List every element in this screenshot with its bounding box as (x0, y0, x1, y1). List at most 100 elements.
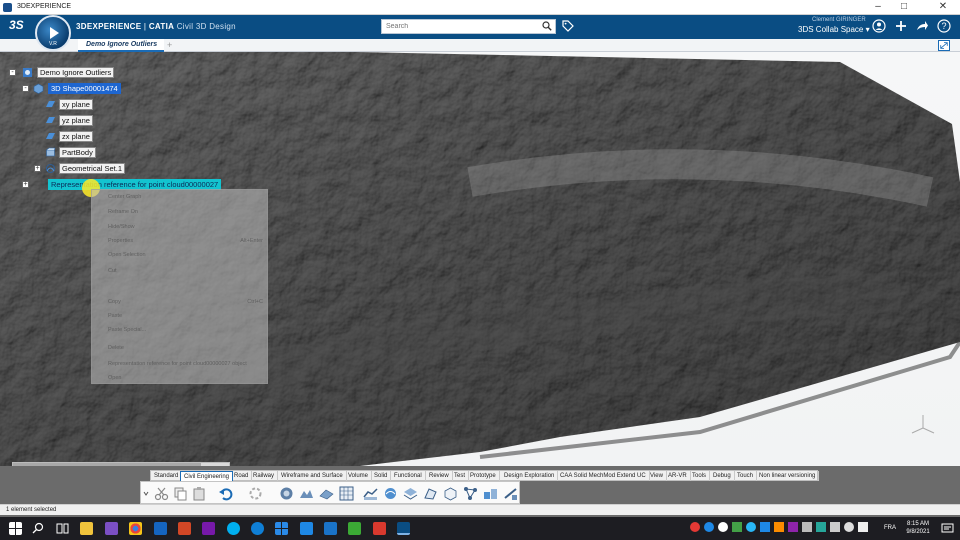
maximize-button[interactable]: □ (891, 1, 917, 14)
axis-triad-icon[interactable] (910, 412, 936, 438)
tree-node-part-body[interactable]: PartBody (59, 147, 96, 159)
measure-tool-icon[interactable] (503, 486, 518, 501)
menu-item-copy[interactable]: Copy (108, 299, 121, 305)
menu-item-reframe-on[interactable]: Reframe On (108, 209, 138, 215)
visual-studio-icon[interactable] (105, 522, 118, 535)
tree-node-xy-plane[interactable]: xy plane (59, 99, 93, 111)
tree-node-3d-shape[interactable]: 3D Shape00001474 (48, 83, 121, 95)
menu-item-properties[interactable]: Properties (108, 238, 133, 244)
network-tool-icon[interactable] (463, 486, 478, 501)
search-input[interactable] (382, 20, 532, 33)
ab-tab-tools[interactable]: Tools (689, 471, 711, 481)
grid-tool-icon[interactable] (339, 486, 354, 501)
road-tool-icon[interactable] (279, 486, 294, 501)
ab-tab-civil-engineering[interactable]: Civil Engineering (180, 471, 234, 481)
3dexperience-taskbar-icon[interactable] (397, 522, 410, 535)
tree-node-root[interactable]: Demo Ignore Outliers (37, 67, 115, 79)
store-app-icon[interactable] (300, 522, 313, 535)
onenote-icon[interactable] (202, 522, 215, 535)
tray-usb-icon[interactable] (830, 522, 840, 532)
cut-fill-tool-icon[interactable] (363, 486, 378, 501)
undo-icon[interactable] (218, 486, 233, 501)
ab-tab-functional[interactable]: Functional (391, 471, 426, 481)
ab-tab-non-linear-versioning[interactable]: Non linear versioning (756, 471, 820, 481)
clock-date[interactable]: 9/8/2021 (903, 529, 933, 535)
tray-orange-icon[interactable] (774, 522, 784, 532)
horizontal-scrollbar[interactable] (12, 462, 230, 466)
windows-start-icon[interactable] (9, 522, 22, 535)
menu-item-open[interactable]: Open (108, 375, 121, 381)
tray-teal-icon[interactable] (816, 522, 826, 532)
boundary-tool-icon[interactable] (423, 486, 438, 501)
ds-logo-icon[interactable]: 3S (9, 18, 24, 32)
search-box[interactable] (381, 19, 556, 34)
assembly-tool-icon[interactable] (483, 486, 498, 501)
ab-tab-design-exploration[interactable]: Design Exploration (501, 471, 559, 481)
recorder-icon[interactable] (373, 522, 386, 535)
edge-icon[interactable] (251, 522, 264, 535)
windows-app-icon[interactable] (275, 522, 288, 535)
ab-tab-caa-solid[interactable]: CAA Solid MechMod Extend UC (557, 471, 650, 481)
powerpoint-icon[interactable] (178, 522, 191, 535)
ab-tab-debug[interactable]: Debug (710, 471, 735, 481)
user-avatar-icon[interactable] (872, 19, 886, 33)
app-icon-blue[interactable] (324, 522, 337, 535)
tray-network-icon[interactable] (844, 522, 854, 532)
tray-app-icon[interactable] (704, 522, 714, 532)
menu-item-cut[interactable]: Cut (108, 268, 117, 274)
minimize-button[interactable]: – (865, 1, 891, 14)
tray-circle-icon[interactable] (718, 522, 728, 532)
copy-icon[interactable] (173, 486, 188, 501)
terrain-tool-icon[interactable] (299, 486, 314, 501)
taskbar-search-icon[interactable] (32, 522, 45, 535)
tree-node-yz-plane[interactable]: yz plane (59, 115, 93, 127)
compass-icon[interactable]: V.R (35, 15, 71, 51)
ab-tab-prototype[interactable]: Prototype (467, 471, 500, 481)
expand-node-icon[interactable]: + (22, 181, 29, 188)
add-tab-button[interactable]: + (167, 39, 172, 51)
collapse-icon[interactable]: - (9, 69, 16, 76)
scrollbar-thumb[interactable] (13, 463, 201, 466)
ab-tab-volume[interactable]: Volume (345, 471, 373, 481)
ab-tab-standard[interactable]: Standard (151, 471, 183, 481)
add-icon[interactable] (894, 19, 908, 33)
tray-recording-icon[interactable] (690, 522, 700, 532)
expand-icon[interactable] (938, 40, 950, 51)
collapse-icon[interactable]: - (22, 85, 29, 92)
menu-item-paste[interactable]: Paste (108, 313, 122, 319)
tab-demo-ignore-outliers[interactable]: Demo Ignore Outliers (78, 39, 164, 52)
tray-volume-icon[interactable] (858, 522, 868, 532)
expand-node-icon[interactable]: + (34, 165, 41, 172)
menu-item-center-graph[interactable]: Center Graph (108, 194, 141, 200)
ab-tab-wireframe-surface[interactable]: Wireframe and Surface (278, 471, 347, 481)
tray-green-icon[interactable] (732, 522, 742, 532)
tray-cloud-icon[interactable] (760, 522, 770, 532)
menu-item-open-selection[interactable]: Open Selection (108, 252, 146, 258)
ab-tab-review[interactable]: Review (426, 471, 453, 481)
toolbar-menu-icon[interactable] (143, 486, 149, 501)
chrome-icon[interactable] (129, 522, 142, 535)
surface-tool-icon[interactable] (319, 486, 334, 501)
cut-icon[interactable] (154, 486, 169, 501)
outlook-icon[interactable] (154, 522, 167, 535)
tree-node-zx-plane[interactable]: zx plane (59, 131, 93, 143)
help-icon[interactable]: ? (937, 19, 951, 33)
ab-tab-solid[interactable]: Solid (371, 471, 392, 481)
tray-purple-icon[interactable] (788, 522, 798, 532)
tag-icon[interactable] (562, 20, 574, 32)
skype-icon[interactable] (227, 522, 240, 535)
task-view-icon[interactable] (56, 522, 69, 535)
layer-tool-icon[interactable] (403, 486, 418, 501)
material-tool-icon[interactable] (383, 486, 398, 501)
ab-tab-ar-vr[interactable]: AR-VR (665, 471, 691, 481)
menu-item-object[interactable]: Representation reference for point cloud… (108, 361, 247, 367)
share-icon[interactable] (915, 19, 929, 33)
tray-skype-icon[interactable] (746, 522, 756, 532)
paste-icon[interactable] (192, 486, 207, 501)
camtasia-icon[interactable] (348, 522, 361, 535)
ab-tab-railway[interactable]: Railway (250, 471, 279, 481)
update-icon[interactable] (248, 486, 263, 501)
box-tool-icon[interactable] (443, 486, 458, 501)
language-indicator[interactable]: FRA (884, 525, 896, 531)
clock-time[interactable]: 8:15 AM (903, 521, 933, 527)
